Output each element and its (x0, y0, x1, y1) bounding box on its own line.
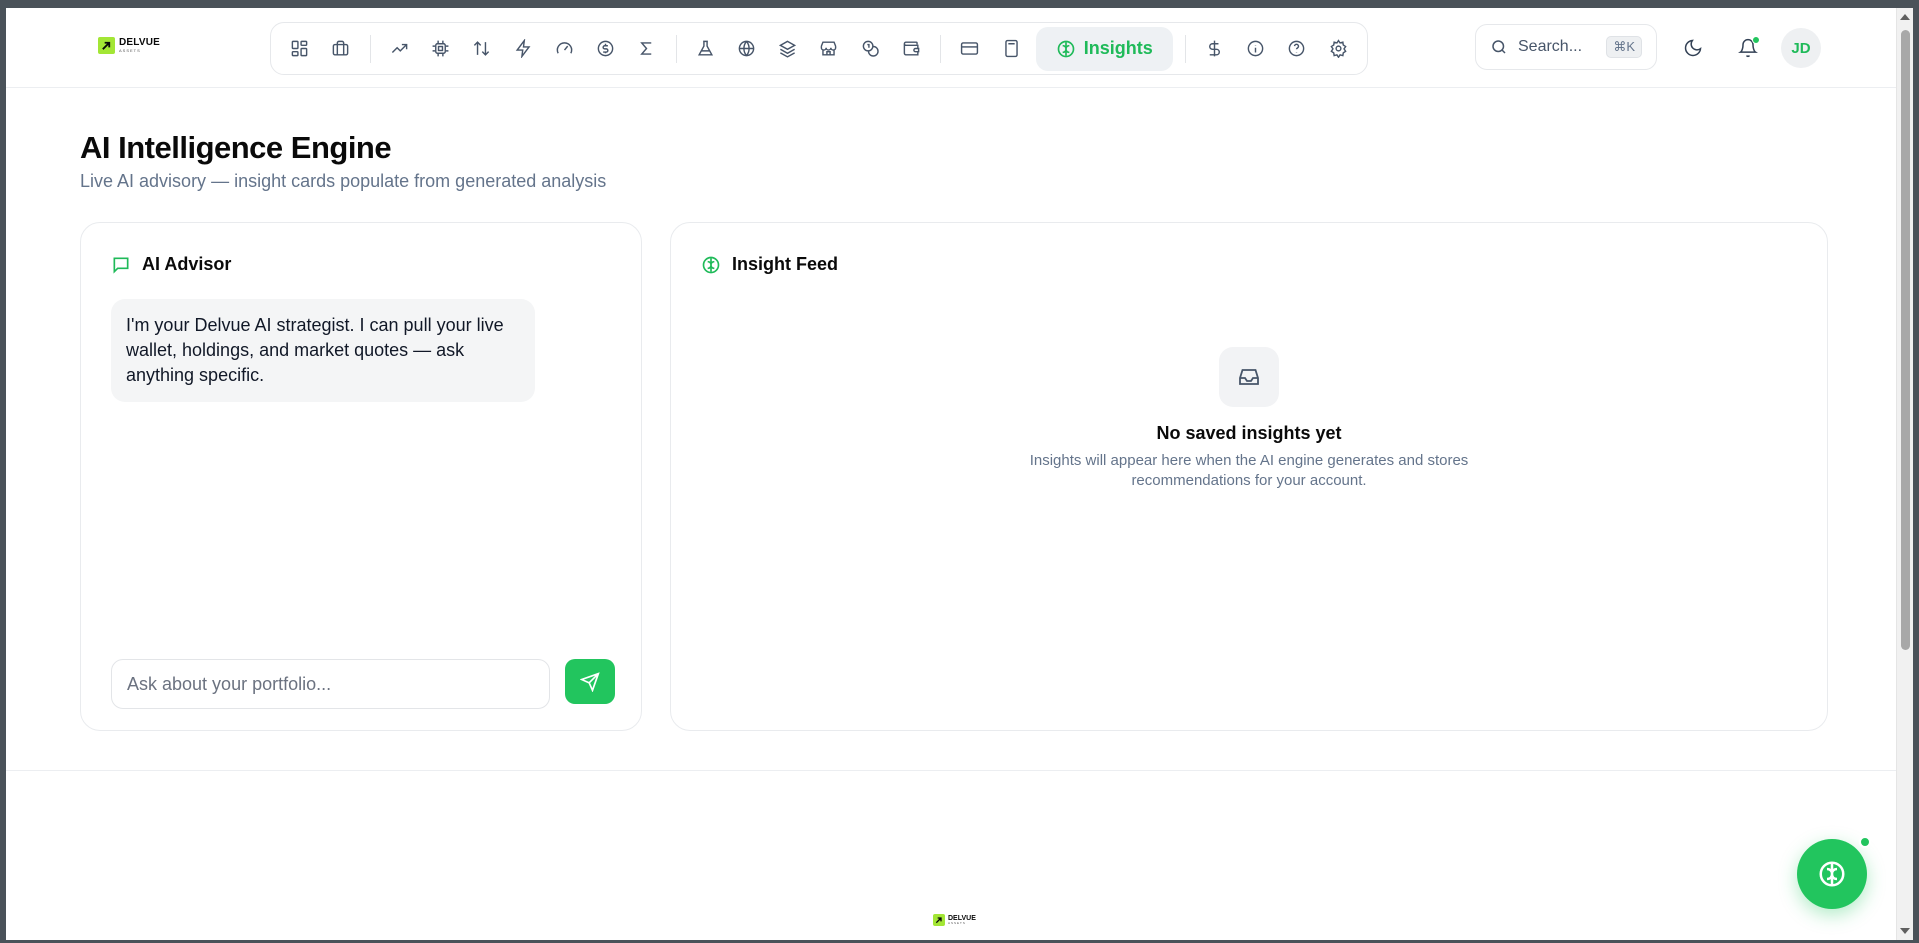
moon-icon (1684, 39, 1702, 57)
nav-info-icon[interactable] (1235, 28, 1276, 70)
ai-advisor-card: AI Advisor I'm your Delvue AI strategist… (80, 222, 642, 731)
nav-insights-tab[interactable]: Insights (1035, 26, 1173, 71)
nav-dashboard-grid-icon[interactable] (279, 28, 320, 70)
nav-help-circle-icon[interactable] (1276, 28, 1317, 70)
send-icon (580, 671, 600, 692)
send-button[interactable] (565, 659, 615, 704)
nav-settings-gear-icon[interactable] (1318, 28, 1359, 70)
brain-icon (1819, 861, 1845, 887)
brand-tagline: ASSETS (119, 48, 141, 53)
nav-separator (1184, 34, 1186, 63)
chat-input[interactable] (111, 659, 550, 709)
nav-separator (940, 34, 942, 63)
brand-logo[interactable]: DELVUE ASSETS (98, 37, 160, 54)
empty-state-description: Insights will appear here when the AI en… (1029, 452, 1469, 489)
scrollbar-thumb[interactable] (1901, 30, 1910, 650)
brain-icon (1057, 40, 1075, 57)
search-placeholder: Search... (1518, 38, 1583, 55)
nav-coins-icon[interactable] (850, 28, 891, 70)
nav-dollar-circle-icon[interactable] (585, 28, 626, 70)
nav-calculator-icon[interactable] (990, 28, 1031, 70)
footer-divider (6, 770, 1896, 771)
page-subtitle: Live AI advisory — insight cards populat… (80, 171, 607, 191)
nav-flask-icon[interactable] (685, 28, 726, 70)
nav-credit-card-icon[interactable] (949, 28, 990, 70)
brain-icon (702, 256, 720, 273)
notifications-button[interactable] (1730, 30, 1766, 66)
user-avatar[interactable]: JD (1781, 28, 1821, 68)
nav-globe-icon[interactable] (726, 28, 767, 70)
search-shortcut-badge: ⌘K (1606, 36, 1642, 58)
main-nav: Insights (270, 22, 1368, 75)
browser-window: DELVUE ASSETS Insights Search... ⌘K JD A… (6, 8, 1896, 940)
ai-assistant-fab[interactable] (1797, 839, 1867, 909)
nav-store-icon[interactable] (808, 28, 849, 70)
advisor-header: AI Advisor (111, 254, 231, 275)
chat-bubble-icon (113, 257, 129, 274)
feed-title: Insight Feed (732, 254, 839, 274)
logo-arrow-icon (98, 37, 115, 54)
page-title: AI Intelligence Engine (80, 130, 392, 165)
fab-status-dot (1859, 836, 1871, 848)
empty-state: No saved insights yet Insights will appe… (671, 347, 1827, 491)
nav-trending-up-icon[interactable] (379, 28, 420, 70)
top-header: DELVUE ASSETS Insights Search... ⌘K JD (6, 8, 1896, 88)
nav-gauge-icon[interactable] (544, 28, 585, 70)
nav-insights-label: Insights (1083, 38, 1153, 58)
logo-arrow-icon (933, 914, 945, 926)
nav-separator (675, 34, 677, 63)
nav-cpu-chip-icon[interactable] (420, 28, 461, 70)
nav-sigma-icon[interactable] (626, 28, 667, 70)
theme-toggle-button[interactable] (1675, 30, 1711, 66)
brand-name: DELVUE (119, 37, 161, 48)
inbox-icon (1219, 347, 1279, 407)
search-box[interactable]: Search... ⌘K (1475, 24, 1657, 70)
scroll-down-arrow-icon[interactable] (1900, 928, 1910, 934)
scroll-up-arrow-icon[interactable] (1900, 14, 1910, 20)
feed-header: Insight Feed (701, 254, 838, 275)
nav-briefcase-icon[interactable] (320, 28, 361, 70)
nav-dollar-sign-icon[interactable] (1194, 28, 1235, 70)
footer-logo: DELVUE ASSETS (933, 914, 976, 926)
search-icon (1492, 40, 1506, 54)
nav-layers-icon[interactable] (767, 28, 808, 70)
page-scrollbar[interactable] (1896, 8, 1913, 940)
nav-arrows-up-down-icon[interactable] (461, 28, 502, 70)
nav-wallet-icon[interactable] (891, 28, 932, 70)
empty-state-title: No saved insights yet (1156, 423, 1342, 443)
notification-dot (1752, 36, 1760, 44)
advisor-message: I'm your Delvue AI strategist. I can pul… (111, 299, 535, 402)
insight-feed-card: Insight Feed No saved insights yet Insig… (670, 222, 1828, 731)
nav-lightning-bolt-icon[interactable] (502, 28, 543, 70)
nav-separator (369, 34, 371, 63)
advisor-title: AI Advisor (142, 254, 232, 274)
footer-brand-tagline: ASSETS (948, 921, 966, 925)
